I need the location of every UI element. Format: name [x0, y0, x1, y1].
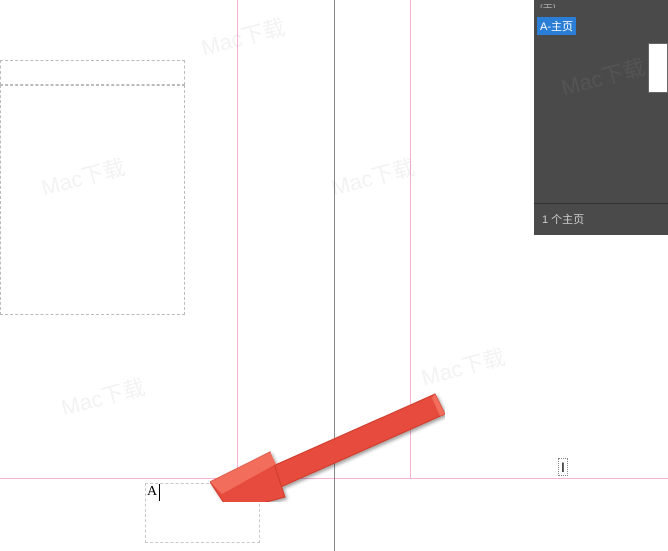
panel-footer-status: 1 个主页: [542, 211, 584, 227]
empty-frame[interactable]: [0, 85, 185, 315]
ibeam-cursor-icon: I: [558, 458, 568, 476]
margin-guide-vertical: [237, 0, 238, 478]
empty-frame[interactable]: [0, 60, 185, 85]
margin-guide-horizontal: [0, 478, 668, 479]
master-page-a-item[interactable]: A-主页: [537, 17, 576, 35]
spine-guide: [334, 0, 335, 551]
pages-panel[interactable]: [无] A-主页 1 个主页: [534, 0, 668, 235]
master-page-thumbnail[interactable]: [648, 43, 668, 93]
text-frame-content: A: [147, 484, 157, 500]
margin-guide-vertical: [410, 0, 411, 478]
panel-divider: [534, 203, 668, 204]
master-none-item[interactable]: [无]: [534, 0, 668, 8]
text-cursor-caret: [159, 484, 160, 501]
text-frame[interactable]: [145, 483, 260, 543]
